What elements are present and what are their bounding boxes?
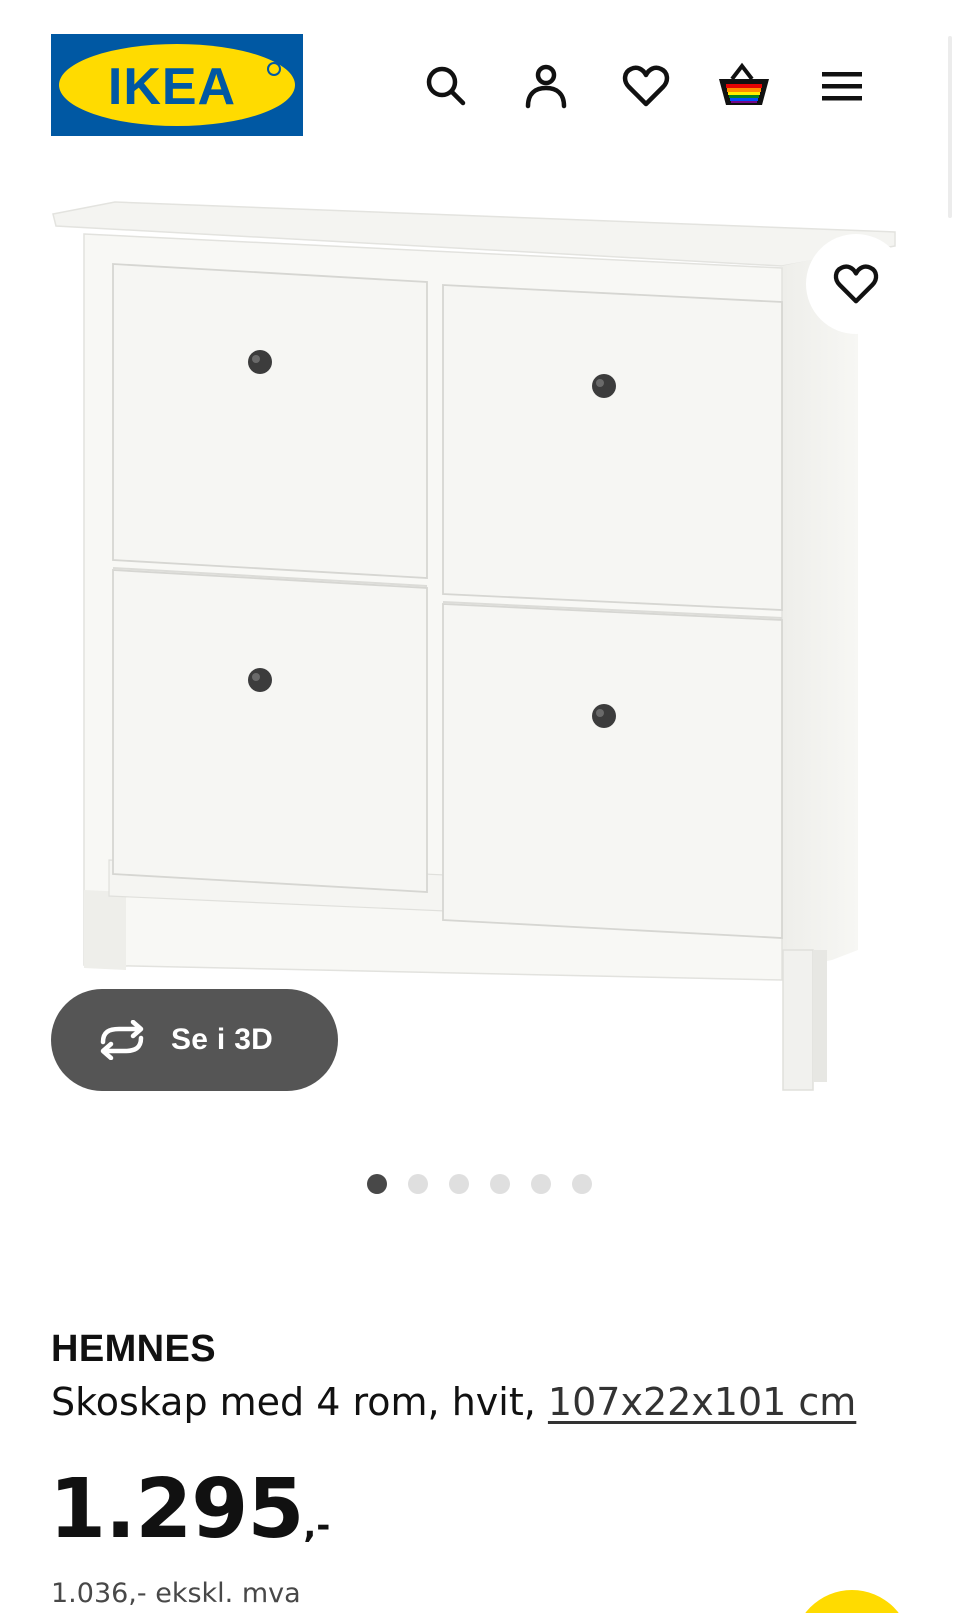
- menu-icon[interactable]: [814, 58, 870, 114]
- carousel-dot-3[interactable]: [449, 1174, 469, 1194]
- product-name: HEMNES: [51, 1328, 216, 1370]
- site-header: IKEA: [0, 0, 960, 218]
- account-icon[interactable]: [518, 58, 574, 114]
- carousel-dot-1[interactable]: [367, 1174, 387, 1194]
- product-price: 1.295,-: [49, 1462, 330, 1557]
- price-excl-vat: 1.036,- ekskl. mva: [51, 1578, 301, 1609]
- heart-icon[interactable]: [618, 58, 674, 114]
- product-type: Skoskap med 4 rom, hvit,: [51, 1380, 536, 1424]
- ikea-logo[interactable]: IKEA: [51, 34, 303, 136]
- heart-icon: [833, 264, 879, 304]
- product-dimensions-link[interactable]: 107x22x101 cm: [548, 1380, 856, 1424]
- view-in-3d-button[interactable]: Se i 3D: [51, 989, 338, 1091]
- carousel-dot-4[interactable]: [490, 1174, 510, 1194]
- add-to-cart-button[interactable]: [793, 1590, 911, 1613]
- add-to-favourites-button[interactable]: [806, 234, 906, 334]
- rotate-3d-icon: [100, 1020, 144, 1060]
- search-icon[interactable]: [418, 58, 474, 114]
- basket-icon[interactable]: [716, 58, 772, 114]
- view-in-3d-label: Se i 3D: [171, 1023, 274, 1056]
- product-gallery[interactable]: Se i 3D: [0, 190, 960, 1140]
- carousel-pagination: [367, 1174, 597, 1196]
- product-description: Skoskap med 4 rom, hvit, 107x22x101 cm: [51, 1380, 856, 1424]
- carousel-dot-6[interactable]: [572, 1174, 592, 1194]
- ikea-logo-graphic: IKEA: [51, 34, 303, 136]
- price-amount: 1.295: [49, 1462, 304, 1557]
- price-suffix: ,-: [303, 1506, 331, 1546]
- logo-text: IKEA: [108, 58, 236, 116]
- carousel-dot-5[interactable]: [531, 1174, 551, 1194]
- carousel-dot-2[interactable]: [408, 1174, 428, 1194]
